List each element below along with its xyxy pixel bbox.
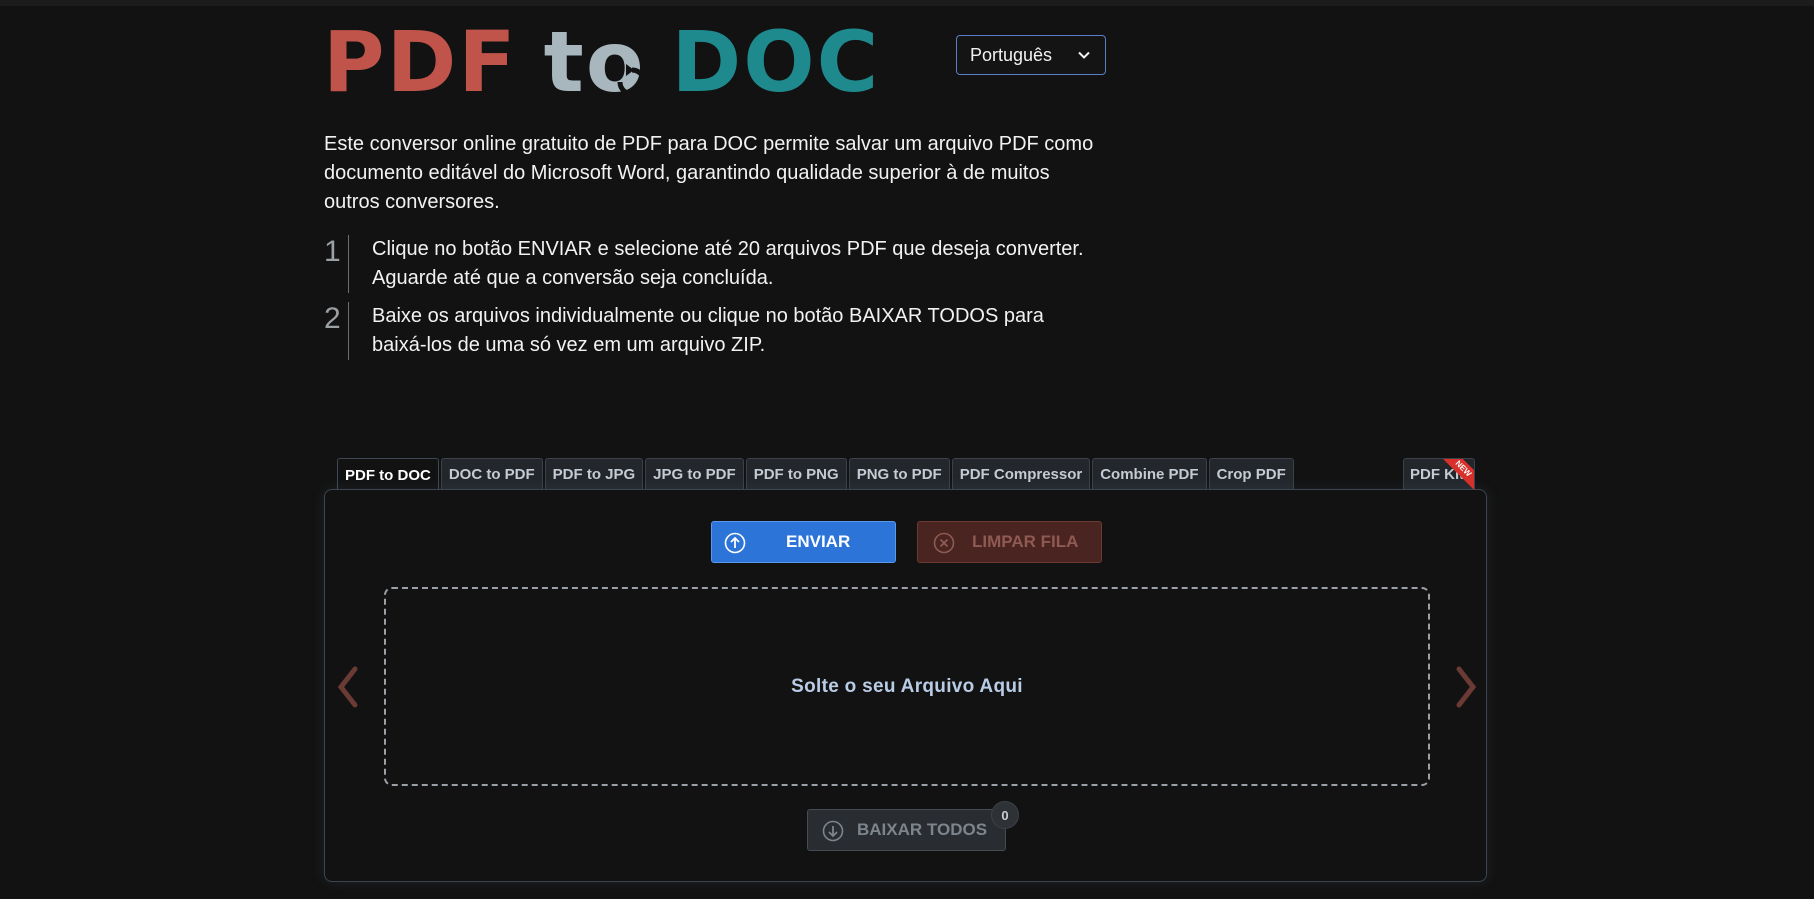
clear-queue-button[interactable]: LIMPAR FILA [917, 521, 1102, 563]
tab-pdf-compressor[interactable]: PDF Compressor [951, 458, 1091, 490]
download-count-badge: 0 [991, 801, 1019, 829]
tab-pdf-to-jpg[interactable]: PDF to JPG [544, 458, 644, 490]
chevron-left-icon[interactable] [333, 663, 363, 711]
step-number: 2 [324, 302, 341, 335]
converter-panel: ENVIAR LIMPAR FILA Solte o seu Arquivo A… [324, 489, 1487, 882]
intro-text: Este conversor online gratuito de PDF pa… [324, 133, 1094, 213]
upload-button[interactable]: ENVIAR [711, 521, 896, 563]
top-border [0, 0, 1814, 6]
tab-pdf-kit[interactable]: PDF Kit NEW [1403, 458, 1475, 490]
language-selected-value: Português [970, 44, 1053, 65]
arrow-up-circle-icon [724, 532, 746, 554]
download-all-button-label: BAIXAR TODOS [857, 820, 988, 839]
tab-pdf-to-png[interactable]: PDF to PNG [745, 458, 847, 490]
logo-doc-text: DOC [671, 13, 881, 111]
step-item: 1 Clique no botão ENVIAR e selecione até… [324, 235, 1124, 293]
dropzone-message: Solte o seu Arquivo Aqui [791, 675, 1023, 697]
file-dropzone[interactable]: Solte o seu Arquivo Aqui [384, 587, 1430, 786]
steps-list: 1 Clique no botão ENVIAR e selecione até… [324, 235, 1124, 369]
step-text: Baixe os arquivos individualmente ou cli… [372, 305, 1044, 356]
tab-jpg-to-pdf[interactable]: JPG to PDF [645, 458, 744, 490]
tab-png-to-pdf[interactable]: PNG to PDF [848, 458, 950, 490]
arrow-down-circle-icon [822, 820, 844, 842]
chevron-down-icon [1078, 51, 1090, 59]
step-item: 2 Baixe os arquivos individualmente ou c… [324, 302, 1124, 360]
chevron-right-icon[interactable] [1451, 663, 1481, 711]
tab-doc-to-pdf[interactable]: DOC to PDF [440, 458, 543, 490]
tab-combine-pdf[interactable]: Combine PDF [1092, 458, 1207, 490]
tab-crop-pdf[interactable]: Crop PDF [1208, 458, 1294, 490]
converter-tabs: PDF to DOC DOC to PDF PDF to JPG JPG to … [337, 458, 1294, 491]
step-divider [348, 302, 349, 360]
logo-arrow-icon [617, 64, 647, 97]
clear-queue-button-label: LIMPAR FILA [972, 532, 1079, 551]
step-text: Clique no botão ENVIAR e selecione até 2… [372, 238, 1084, 289]
step-divider [348, 235, 349, 293]
upload-button-label: ENVIAR [786, 532, 851, 551]
step-number: 1 [324, 235, 341, 268]
logo-to-text: to [544, 20, 647, 104]
tab-pdf-to-doc[interactable]: PDF to DOC [337, 458, 439, 491]
x-circle-icon [933, 532, 955, 554]
language-select[interactable]: Português [956, 35, 1106, 75]
logo-pdf-text: PDF [323, 13, 518, 111]
download-all-button[interactable]: BAIXAR TODOS [807, 809, 1006, 851]
site-logo[interactable]: PDF to DOC [323, 13, 881, 111]
